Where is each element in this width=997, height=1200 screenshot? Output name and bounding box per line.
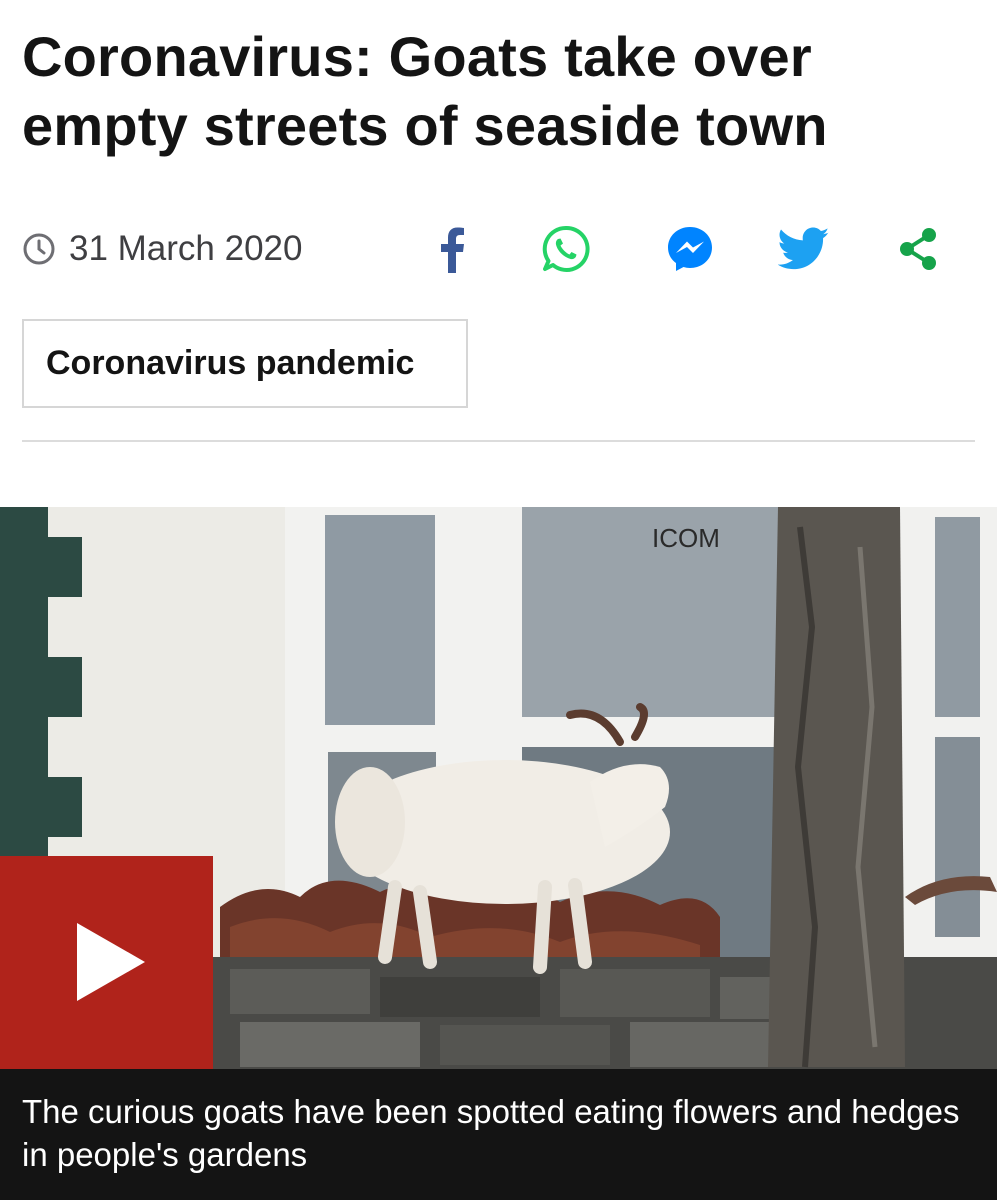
sign-text: ICOM	[652, 523, 720, 553]
topic-tag-link[interactable]: Coronavirus pandemic	[22, 319, 468, 408]
video-player[interactable]: ICOM The curious goats have been spotted…	[0, 507, 997, 1200]
divider	[22, 440, 975, 442]
publish-date: 31 March 2020	[69, 229, 303, 268]
whatsapp-icon[interactable]	[540, 222, 592, 276]
facebook-icon[interactable]	[432, 222, 472, 276]
clock-icon	[23, 233, 55, 265]
article-meta: 31 March 2020	[22, 222, 952, 278]
twitter-icon[interactable]	[777, 222, 831, 276]
share-icon[interactable]	[894, 222, 942, 276]
messenger-icon[interactable]	[664, 222, 716, 276]
play-button[interactable]	[0, 856, 213, 1069]
play-icon	[77, 923, 145, 1001]
article-headline: Coronavirus: Goats take over empty stree…	[22, 25, 828, 157]
video-caption: The curious goats have been spotted eati…	[0, 1069, 997, 1200]
